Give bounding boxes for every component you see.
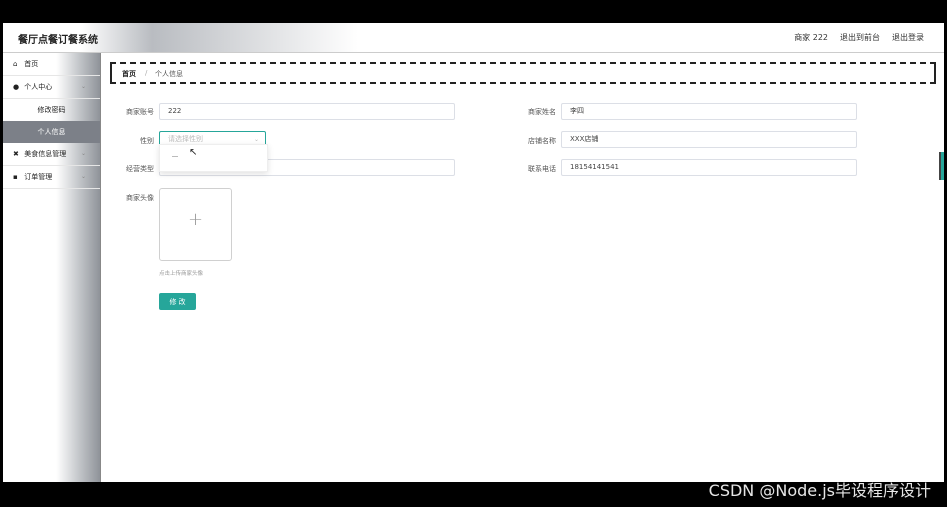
merchant-account-field[interactable]: 222 xyxy=(159,103,455,120)
exit-to-front-link[interactable]: 退出到前台 xyxy=(840,32,880,43)
user-label: 商家 222 xyxy=(794,33,828,42)
food-icon: ✖ xyxy=(13,150,19,158)
sidebar: ⌂ 首页 ● 个人中心 ⌄ 修改密码 个人信息 ✖ 美食信息管理 ⌄ ▪ 订单管… xyxy=(3,53,101,482)
brand: 餐厅点餐订餐系统 xyxy=(3,23,358,52)
logout-link[interactable]: 退出登录 xyxy=(892,32,924,43)
watermark: CSDN @Node.js毕设程序设计 xyxy=(708,481,931,500)
avatar-hint: 点击上传商家头像 xyxy=(159,271,204,277)
plus-icon: + xyxy=(188,209,204,230)
gender-label: 性别 xyxy=(140,137,154,145)
app-window: 餐厅点餐订餐系统 商家 222 退出到前台 退出登录 ⌂ 首页 ● 个人中心 ⌄… xyxy=(3,23,944,482)
sidebar-item-food-management[interactable]: ✖ 美食信息管理 ⌄ xyxy=(3,143,100,166)
breadcrumb: 首页 / 个人信息 xyxy=(110,62,936,84)
chevron-down-icon: ⌄ xyxy=(80,173,86,180)
breadcrumb-separator: / xyxy=(145,69,148,77)
top-links: 商家 222 退出到前台 退出登录 xyxy=(794,32,924,43)
phone-field[interactable]: 18154141541 xyxy=(561,159,857,176)
sidebar-item-label: 首页 xyxy=(24,60,39,68)
home-icon: ⌂ xyxy=(13,60,18,68)
topbar: 餐厅点餐订餐系统 商家 222 退出到前台 退出登录 xyxy=(3,23,944,53)
breadcrumb-home[interactable]: 首页 xyxy=(122,69,136,79)
avatar-label: 商家头像 xyxy=(126,194,154,202)
gender-dropdown[interactable] xyxy=(159,144,268,172)
business-type-label: 经营类型 xyxy=(126,165,154,173)
gender-placeholder: 请选择性别 xyxy=(168,135,203,143)
mouse-cursor-icon: ↖ xyxy=(189,147,198,158)
user-icon: ● xyxy=(13,83,20,91)
sidebar-item-label: 美食信息管理 xyxy=(24,150,67,158)
sidebar-item-personal-info[interactable]: 个人信息 xyxy=(3,121,100,143)
grid-icon: ▪ xyxy=(13,173,18,181)
shop-name-field[interactable]: XXX店铺 xyxy=(561,131,857,148)
sidebar-item-label: 个人中心 xyxy=(24,83,53,91)
merchant-name-field[interactable]: 李四 xyxy=(561,103,857,120)
app-title: 餐厅点餐订餐系统 xyxy=(18,35,98,46)
merchant-name-label: 商家姓名 xyxy=(528,108,556,116)
scrollbar-thumb[interactable] xyxy=(941,152,944,180)
submit-button[interactable]: 修 改 xyxy=(159,293,196,310)
sidebar-item-home[interactable]: ⌂ 首页 xyxy=(3,53,100,76)
chevron-down-icon: ⌄ xyxy=(80,150,86,157)
chevron-down-icon: ⌄ xyxy=(80,83,86,90)
shop-name-label: 店铺名称 xyxy=(528,137,556,145)
sidebar-item-change-password[interactable]: 修改密码 xyxy=(3,99,100,121)
sidebar-item-personal-center[interactable]: ● 个人中心 ⌄ xyxy=(3,76,100,99)
dropdown-option[interactable] xyxy=(172,156,178,157)
phone-label: 联系电话 xyxy=(528,165,556,173)
merchant-account-label: 商家账号 xyxy=(126,108,154,116)
avatar-upload[interactable]: + xyxy=(159,188,232,261)
sidebar-item-label: 订单管理 xyxy=(24,173,53,181)
sidebar-item-order-management[interactable]: ▪ 订单管理 ⌄ xyxy=(3,166,100,189)
breadcrumb-current: 个人信息 xyxy=(155,70,183,78)
